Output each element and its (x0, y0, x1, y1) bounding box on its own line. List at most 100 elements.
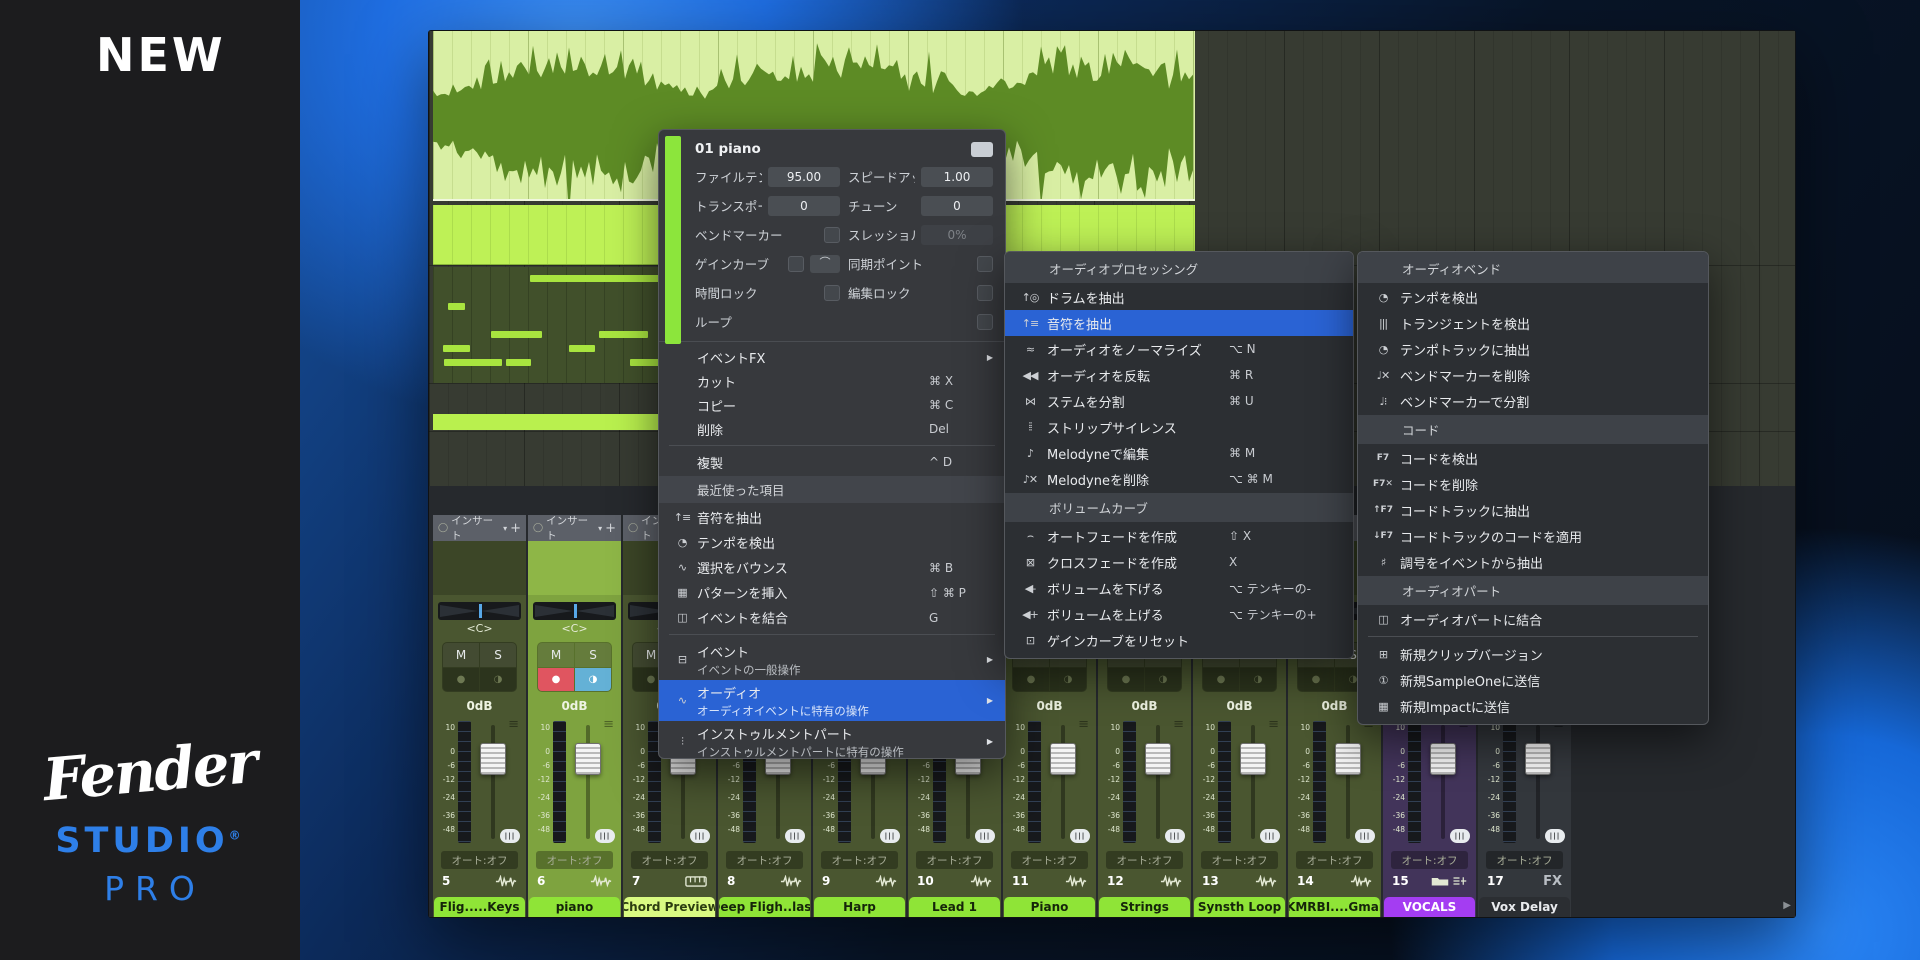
record-arm-button[interactable]: ● (1013, 668, 1049, 692)
record-arm-button[interactable]: ● (538, 668, 574, 692)
monitor-button[interactable]: ◑ (1145, 668, 1181, 692)
field-checkbox[interactable] (788, 256, 804, 272)
power-icon[interactable]: ◯ (438, 523, 448, 533)
monitor-button[interactable]: ◑ (480, 668, 516, 692)
monitor-button[interactable]: ◑ (1240, 668, 1276, 692)
automation-mode-button[interactable]: オート:オフ (726, 851, 803, 869)
field-value[interactable]: 0 (921, 196, 993, 216)
menu-item[interactable]: ♩✕ベンドマーカーを削除 (1358, 362, 1708, 388)
automation-mode-button[interactable]: オート:オフ (1296, 851, 1373, 869)
channel-name-label[interactable]: VOCALS (1384, 897, 1475, 917)
menu-item[interactable]: ◔テンポを検出 (1358, 284, 1708, 310)
automation-mode-button[interactable]: オート:オフ (631, 851, 708, 869)
menu-item[interactable]: イベントFX▶ (659, 345, 1005, 369)
fader-cap[interactable] (1145, 743, 1171, 775)
fader-track[interactable] (491, 725, 495, 839)
gain-curve-button[interactable]: ⌒ (810, 255, 840, 273)
menu-item[interactable]: ↑◎ドラムを抽出 (1005, 284, 1353, 310)
channel-name-label[interactable]: Lead 1 (909, 897, 1000, 917)
field-value[interactable]: 1.00 (921, 167, 993, 187)
insert-dropdown-icon[interactable]: ▾ (598, 524, 602, 533)
automation-mode-button[interactable]: オート:オフ (536, 851, 613, 869)
field-checkbox[interactable] (977, 314, 993, 330)
channel-name-label[interactable]: Piano (1004, 897, 1095, 917)
menu-item[interactable]: ▦新規Impactに送信 (1358, 693, 1708, 719)
automation-mode-button[interactable]: オート:オフ (1201, 851, 1278, 869)
automation-mode-button[interactable]: オート:オフ (1486, 851, 1563, 869)
menu-item[interactable]: カット⌘ X (659, 369, 1005, 393)
pan-control[interactable] (533, 602, 616, 620)
fader-cap[interactable] (1430, 743, 1456, 775)
channel-name-label[interactable]: Deep Fligh..lass (719, 897, 810, 917)
add-insert-icon[interactable]: + (510, 521, 521, 536)
menu-item[interactable]: ♪Melodyneで編集⌘ M (1005, 440, 1353, 466)
fader-cap[interactable] (1240, 743, 1266, 775)
menu-item[interactable]: ⊡ゲインカーブをリセット (1005, 627, 1353, 653)
field-checkbox[interactable] (977, 256, 993, 272)
insert-slot-area[interactable] (528, 541, 621, 595)
field-value[interactable]: 0% (921, 225, 993, 245)
menu-item[interactable]: ⊟イベントイベントの一般操作▶ (659, 639, 1005, 680)
field-value[interactable]: 95.00 (768, 167, 840, 187)
pan-control[interactable] (438, 602, 521, 620)
record-arm-button[interactable]: ● (1108, 668, 1144, 692)
fader-track[interactable] (1061, 725, 1065, 839)
menu-item[interactable]: ♪✕Melodyneを削除⌥ ⌘ M (1005, 466, 1353, 492)
fader-cap[interactable] (1525, 743, 1551, 775)
pan-mode-icon[interactable]: ||| (1165, 829, 1185, 843)
menu-item[interactable]: ◀+ボリュームを上げる⌥ テンキーの+ (1005, 601, 1353, 627)
automation-mode-button[interactable]: オート:オフ (821, 851, 898, 869)
menu-item[interactable]: ⊠クロスフェードを作成X (1005, 549, 1353, 575)
field-value[interactable]: 0 (768, 196, 840, 216)
record-arm-button[interactable]: ● (1203, 668, 1239, 692)
menu-item[interactable]: ↑F7コードトラックに抽出 (1358, 497, 1708, 523)
menu-item[interactable]: ↓F7コードトラックのコードを適用 (1358, 523, 1708, 549)
fader-cap[interactable] (1335, 743, 1361, 775)
channel-name-label[interactable]: KMRBI....Gmai (1289, 897, 1380, 917)
menu-item[interactable]: ⫶インストゥルメントパートインストゥルメントパートに特有の操作▶ (659, 721, 1005, 762)
automation-mode-button[interactable]: オート:オフ (1011, 851, 1088, 869)
power-icon[interactable]: ◯ (533, 523, 543, 533)
pan-mode-icon[interactable]: ||| (1450, 829, 1470, 843)
add-insert-icon[interactable]: + (605, 521, 616, 536)
menu-item[interactable]: ▦パターンを挿入⇧ ⌘ P (659, 580, 1005, 605)
menu-item[interactable]: ◔テンポトラックに抽出 (1358, 336, 1708, 362)
pan-mode-icon[interactable]: ||| (1545, 829, 1565, 843)
automation-mode-button[interactable]: オート:オフ (1391, 851, 1468, 869)
insert-dropdown-icon[interactable]: ▾ (503, 524, 507, 533)
expand-corner-arrow[interactable]: ▶ (1783, 900, 1791, 911)
menu-item[interactable]: ◫イベントを結合G (659, 605, 1005, 630)
solo-button[interactable]: S (575, 643, 611, 667)
fader-track[interactable] (1251, 725, 1255, 839)
monitor-button[interactable]: ◑ (1050, 668, 1086, 692)
pan-mode-icon[interactable]: ||| (785, 829, 805, 843)
mute-button[interactable]: M (538, 643, 574, 667)
automation-mode-button[interactable]: オート:オフ (441, 851, 518, 869)
solo-button[interactable]: S (480, 643, 516, 667)
pan-mode-icon[interactable]: ||| (1070, 829, 1090, 843)
automation-mode-button[interactable]: オート:オフ (916, 851, 993, 869)
fader-track[interactable] (586, 725, 590, 839)
insert-slot-area[interactable] (433, 541, 526, 595)
menu-item[interactable]: ↑≡音符を抽出 (659, 505, 1005, 530)
fader-track[interactable] (1441, 725, 1445, 839)
fader-cap[interactable] (575, 743, 601, 775)
menu-item[interactable]: ♩⁝ベンドマーカーで分割 (1358, 388, 1708, 414)
pan-mode-icon[interactable]: ||| (975, 829, 995, 843)
channel-name-label[interactable]: Synsth Loop (1194, 897, 1285, 917)
menu-item[interactable]: ♯調号をイベントから抽出 (1358, 549, 1708, 575)
field-checkbox[interactable] (977, 285, 993, 301)
fader-cap[interactable] (1050, 743, 1076, 775)
menu-item[interactable]: ⦙⦙ストリップサイレンス (1005, 414, 1353, 440)
mute-button[interactable]: M (443, 643, 479, 667)
menu-item[interactable]: ◀-ボリュームを下げる⌥ テンキーの- (1005, 575, 1353, 601)
channel-name-label[interactable]: Strings (1099, 897, 1190, 917)
pan-mode-icon[interactable]: ||| (595, 829, 615, 843)
menu-item[interactable]: コピー⌘ C (659, 393, 1005, 417)
menu-item[interactable]: F7✕コードを削除 (1358, 471, 1708, 497)
pan-mode-icon[interactable]: ||| (1355, 829, 1375, 843)
channel-name-label[interactable]: piano (529, 897, 620, 917)
menu-item[interactable]: ⌢オートフェードを作成⇧ X (1005, 523, 1353, 549)
channel-name-label[interactable]: Chord Preview (624, 897, 715, 917)
fader-track[interactable] (1156, 725, 1160, 839)
